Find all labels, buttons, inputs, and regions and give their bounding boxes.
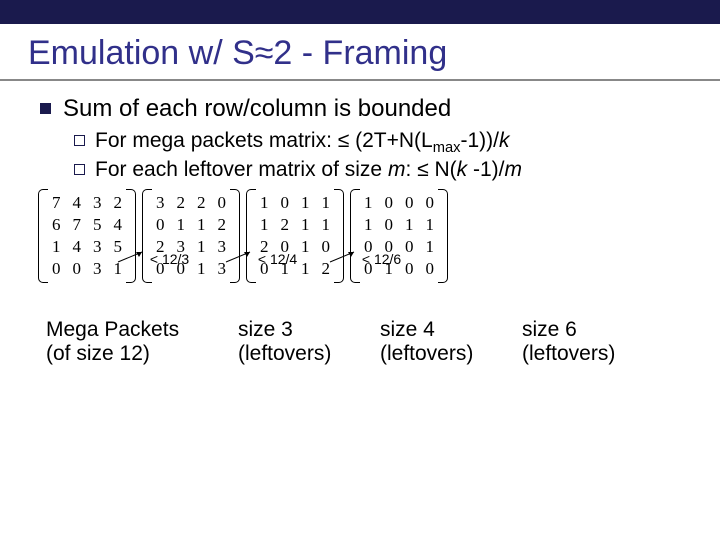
matrix-cell: 2	[275, 214, 296, 236]
matrix-cell: 7	[67, 214, 88, 236]
matrix-cell: 1	[420, 214, 441, 236]
matrix-size4: 1011121120100112 < 12/4	[254, 192, 336, 280]
matrix-cell: 3	[150, 192, 171, 214]
matrix-cell: 0	[420, 192, 441, 214]
captions-row: Mega Packets (of size 12) size 3 (leftov…	[46, 318, 686, 366]
matrix-cell: 3	[87, 236, 108, 258]
matrix-cell: 2	[212, 214, 233, 236]
matrix-cell: 2	[108, 192, 129, 214]
caption-size3: size 3 (leftovers)	[238, 318, 358, 366]
matrix-cell: 0	[275, 192, 296, 214]
matrix-cell: 0	[399, 236, 420, 258]
matrix-cell: 0	[379, 214, 400, 236]
matrix-cell: 1	[191, 236, 212, 258]
bullet-level2-b: For each leftover matrix of size m: ≤ N(…	[74, 158, 686, 182]
matrix-cell: 1	[316, 192, 337, 214]
matrix-cell: 1	[295, 214, 316, 236]
caption-size6: size 6 (leftovers)	[522, 318, 642, 366]
matrix-cell: 0	[399, 258, 420, 280]
matrix-size6: 1000101100010100 < 12/6	[358, 192, 440, 280]
slide-top-bar	[0, 0, 720, 24]
matrix-cell: 4	[108, 214, 129, 236]
bullet-level1: Sum of each row/column is bounded	[40, 95, 686, 123]
matrix-cell: 2	[191, 192, 212, 214]
slide-title: Emulation w/ S≈2 - Framing	[0, 24, 720, 79]
matrix-cell: 3	[87, 192, 108, 214]
title-underline	[0, 79, 720, 81]
matrix-cell: 1	[254, 192, 275, 214]
bullet-level2-a: For mega packets matrix: ≤ (2T+N(Lmax-1)…	[74, 129, 686, 156]
matrix-cell: 0	[399, 192, 420, 214]
sub-bullet-a-text: For mega packets matrix: ≤ (2T+N(Lmax-1)…	[95, 129, 509, 156]
square-bullet-icon	[40, 103, 51, 114]
sub-bullet-b-text: For each leftover matrix of size m: ≤ N(…	[95, 158, 522, 182]
caption-mega: Mega Packets (of size 12)	[46, 318, 216, 366]
matrix-cell: 1	[254, 214, 275, 236]
caption-size4: size 4 (leftovers)	[380, 318, 500, 366]
matrix-cell: 0	[150, 214, 171, 236]
bullet-text: Sum of each row/column is bounded	[63, 95, 451, 123]
matrix-cell: 4	[67, 192, 88, 214]
arrow-label-2: < 12/4	[224, 250, 297, 267]
hollow-square-icon	[74, 164, 85, 175]
arrow-label-3: < 12/6	[328, 250, 401, 267]
matrix-cell: 5	[87, 214, 108, 236]
matrix-cell: 1	[46, 236, 67, 258]
matrix-cell: 1	[295, 236, 316, 258]
matrix-cell: 1	[171, 214, 192, 236]
matrix-cell: 1	[191, 214, 212, 236]
matrix-cell: 3	[87, 258, 108, 280]
matrix-cell: 1	[399, 214, 420, 236]
matrix-cell: 1	[295, 192, 316, 214]
matrix-cell: 0	[212, 192, 233, 214]
matrix-cell: 1	[295, 258, 316, 280]
matrix-cell: 1	[358, 214, 379, 236]
matrix-cell: 1	[316, 214, 337, 236]
matrix-cell: 0	[379, 192, 400, 214]
matrix-cell: 1	[420, 236, 441, 258]
arrow-label-1: < 12/3	[116, 250, 189, 267]
matrix-cell: 0	[46, 258, 67, 280]
matrix-cell: 6	[46, 214, 67, 236]
matrix-cell: 2	[171, 192, 192, 214]
matrices-row: 7432675414350031 3220011223130013 < 12/3…	[46, 192, 686, 280]
matrix-cell: 0	[67, 258, 88, 280]
matrix-cell: 0	[420, 258, 441, 280]
matrix-cell: 7	[46, 192, 67, 214]
matrix-cell: 1	[191, 258, 212, 280]
matrix-cell: 4	[67, 236, 88, 258]
matrix-cell: 1	[358, 192, 379, 214]
hollow-square-icon	[74, 135, 85, 146]
matrix-size3: 3220011223130013 < 12/3	[150, 192, 232, 280]
